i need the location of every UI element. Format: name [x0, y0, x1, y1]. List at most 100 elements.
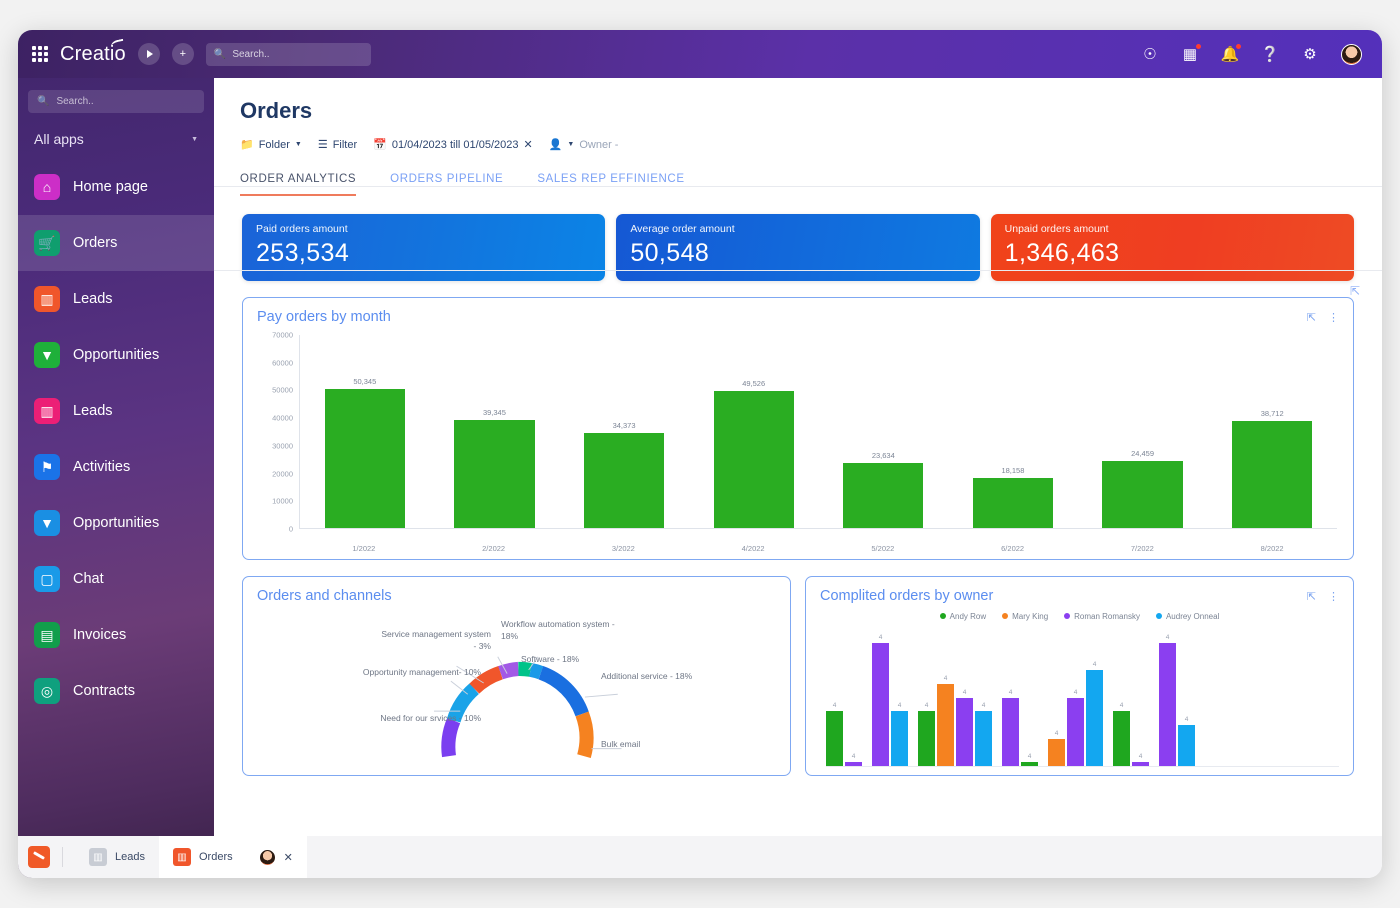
owner-bar[interactable] — [845, 762, 862, 766]
bar[interactable] — [325, 389, 405, 528]
help-icon[interactable]: ❔ — [1261, 45, 1279, 63]
owner-bar[interactable] — [1067, 698, 1084, 767]
close-icon[interactable]: ✕ — [284, 851, 293, 864]
bar-group: 50,345 — [300, 335, 430, 528]
apps-grid-icon[interactable] — [32, 46, 48, 62]
sidebar-nav: ⌂Home page🛒Orders▥Leads▼Opportunities▥Le… — [18, 159, 214, 719]
expand-icon[interactable]: ⇱ — [1307, 311, 1316, 324]
sidebar-item-contracts[interactable]: ◎Contracts — [18, 663, 214, 719]
legend-item[interactable]: Mary King — [1002, 612, 1048, 621]
chevron-down-icon: ▼ — [567, 141, 574, 148]
owner-bar-value: 4 — [925, 702, 929, 709]
owner-bar-value: 4 — [833, 702, 837, 709]
bar[interactable] — [584, 433, 664, 528]
legend-item[interactable]: Roman Romansky — [1064, 612, 1140, 621]
y-tick-label: 40000 — [272, 414, 293, 423]
owner-bar[interactable] — [1132, 762, 1149, 766]
bar[interactable] — [454, 420, 534, 528]
x-tick-label: 5/2022 — [818, 544, 948, 553]
x-tick-label: 4/2022 — [688, 544, 818, 553]
taskbar-tab-orders[interactable]: ▥Orders✕ — [159, 836, 307, 878]
sidebar-item-opportunities[interactable]: ▼Opportunities — [18, 495, 214, 551]
owner-bar-value: 4 — [1055, 730, 1059, 737]
pay-orders-header: Pay orders by month ⇱ ⋮ — [243, 298, 1353, 329]
taskbar-tab-leads[interactable]: ▥Leads — [75, 836, 159, 878]
sidebar-item-opportunities[interactable]: ▼Opportunities — [18, 327, 214, 383]
taskbar-tabs: ▥Leads▥Orders✕ — [75, 836, 307, 878]
sidebar-item-chat[interactable]: ▢Chat — [18, 551, 214, 607]
owner-filter[interactable]: 👤 ▼ Owner - — [549, 138, 619, 151]
x-tick-label: 7/2022 — [1078, 544, 1208, 553]
all-apps-selector[interactable]: All apps ▼ — [18, 121, 214, 159]
avatar[interactable] — [259, 849, 276, 866]
sidebar-search-input[interactable]: 🔍 Search.. — [28, 90, 204, 113]
bell-icon[interactable]: 🔔 — [1221, 45, 1239, 63]
date-range-filter[interactable]: 📅 01/04/2023 till 01/05/2023 ✕ — [373, 138, 533, 151]
owner-legend: Andy Row Mary King Roman Romansky Audrey On… — [806, 608, 1353, 621]
add-icon[interactable]: + — [172, 43, 194, 65]
owner-bar[interactable] — [1113, 711, 1130, 766]
owner-bar-wrap: 4 — [1113, 629, 1130, 766]
sidebar-item-leads[interactable]: ▥Leads — [18, 271, 214, 327]
kebab-menu-icon[interactable]: ⋮ — [1328, 311, 1339, 324]
donut-label-service-management: Service management system - 3% — [381, 628, 491, 652]
owner-bar-wrap: 4 — [891, 629, 908, 766]
tab-orders-pipeline[interactable]: ORDERS PIPELINE — [390, 173, 503, 196]
creatio-logo-icon[interactable] — [28, 846, 50, 868]
bar[interactable] — [1232, 421, 1312, 528]
sidebar-item-home-page[interactable]: ⌂Home page — [18, 159, 214, 215]
owner-bar[interactable] — [1159, 643, 1176, 766]
bar[interactable] — [973, 478, 1053, 528]
sidebar-item-label: Opportunities — [73, 347, 159, 363]
building-icon: ▥ — [34, 398, 60, 424]
cart-icon: 🛒 — [34, 230, 60, 256]
kebab-menu-icon[interactable]: ⋮ — [1328, 590, 1339, 603]
owner-bar[interactable] — [826, 711, 843, 766]
owner-bar[interactable] — [1021, 762, 1038, 766]
owner-bar[interactable] — [891, 711, 908, 766]
owner-bar[interactable] — [1086, 670, 1103, 766]
owner-bar-group: 44 — [872, 629, 908, 766]
filter-button[interactable]: ☰ Filter — [318, 138, 357, 151]
owner-bar[interactable] — [1002, 698, 1019, 767]
sidebar-item-activities[interactable]: ⚑Activities — [18, 439, 214, 495]
play-icon[interactable] — [138, 43, 160, 65]
kpi-value: 50,548 — [630, 239, 965, 268]
folder-button[interactable]: 📁 Folder ▼ — [240, 138, 302, 151]
avatar[interactable] — [1341, 44, 1362, 65]
owner-bar[interactable] — [956, 698, 973, 767]
tab-order-analytics[interactable]: ORDER ANALYTICS — [240, 173, 356, 196]
owner-bar[interactable] — [872, 643, 889, 766]
bar-value-label: 24,459 — [1131, 449, 1154, 458]
global-search-input[interactable]: 🔍 Search.. — [206, 43, 371, 66]
legend-item[interactable]: Andy Row — [940, 612, 986, 621]
dashboard-icon[interactable]: ▦ — [1181, 45, 1199, 63]
gear-icon[interactable]: ⚙ — [1301, 45, 1319, 63]
sidebar-item-orders[interactable]: 🛒Orders — [18, 215, 214, 271]
chevron-down-icon: ▼ — [295, 141, 302, 148]
legend-item[interactable]: Audrey Onneal — [1156, 612, 1219, 621]
y-tick-label: 60000 — [272, 358, 293, 367]
bar[interactable] — [1102, 461, 1182, 528]
sidebar-item-invoices[interactable]: ▤Invoices — [18, 607, 214, 663]
bar[interactable] — [714, 391, 794, 528]
activity-icon[interactable]: ☉ — [1141, 45, 1159, 63]
page-title: Orders — [214, 78, 1382, 124]
owner-bar-wrap: 4 — [1132, 629, 1149, 766]
owner-bar-group: 4444 — [918, 629, 992, 766]
bar[interactable] — [843, 463, 923, 528]
owner-bar[interactable] — [1048, 739, 1065, 766]
owner-bar[interactable] — [937, 684, 954, 766]
owner-bar-wrap: 4 — [1086, 629, 1103, 766]
expand-icon[interactable]: ⇱ — [1307, 590, 1316, 603]
expand-icon[interactable]: ⇱ — [1350, 284, 1360, 298]
close-icon[interactable]: ✕ — [523, 138, 532, 151]
owner-bar[interactable] — [975, 711, 992, 766]
owner-bar[interactable] — [1178, 725, 1195, 766]
tab-sales-rep-effinience[interactable]: SALES REP EFFINIENCE — [537, 173, 684, 196]
kpi-value: 1,346,463 — [1005, 239, 1340, 268]
owner-bar-wrap: 4 — [937, 629, 954, 766]
sidebar-item-leads[interactable]: ▥Leads — [18, 383, 214, 439]
brand-logo[interactable]: Creatio — [60, 43, 126, 66]
owner-bar[interactable] — [918, 711, 935, 766]
